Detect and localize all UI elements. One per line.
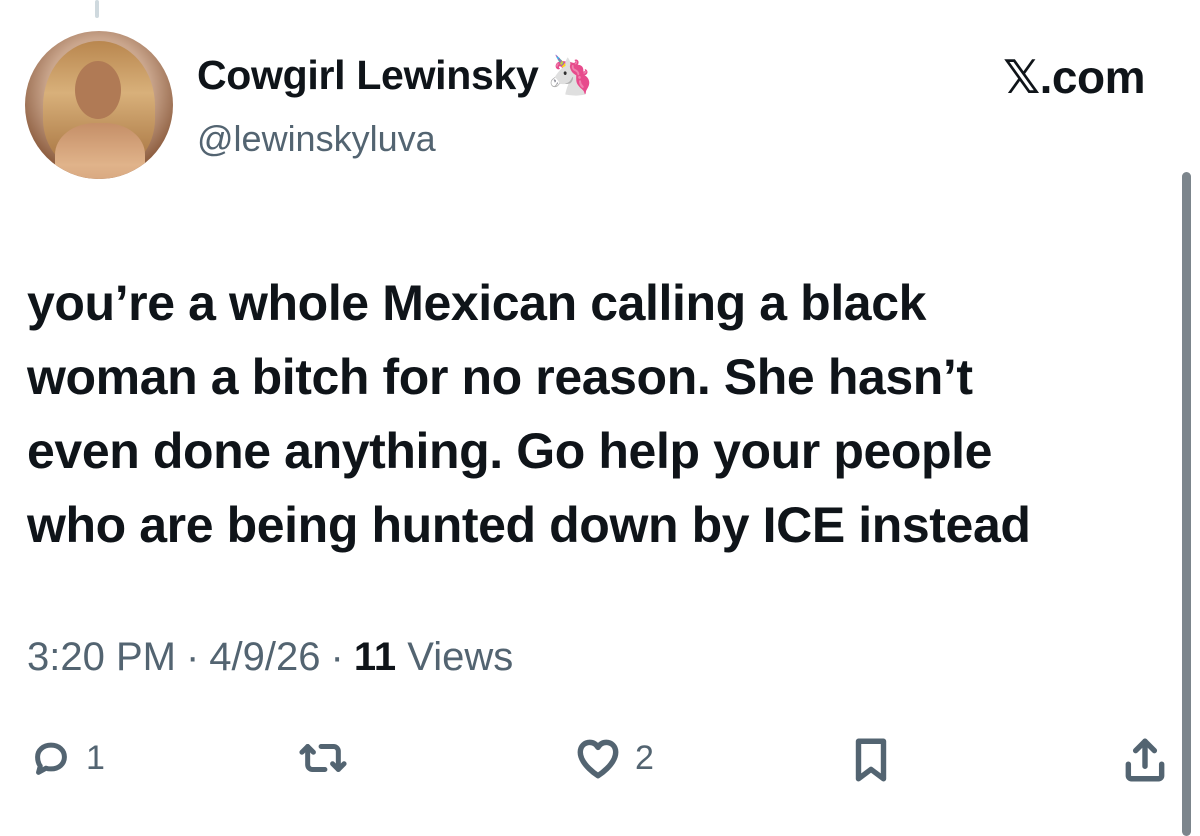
tweet-metadata: 3:20 PM · 4/9/26 · 11 Views bbox=[27, 635, 513, 680]
author-handle[interactable]: @lewinskyluva bbox=[197, 118, 436, 160]
bookmark-icon bbox=[855, 738, 887, 782]
tweet-time[interactable]: 3:20 PM bbox=[27, 635, 176, 680]
tweet-text-line: who are being hunted down by ICE instead bbox=[27, 497, 1031, 553]
tweet-text-line: you’re a whole Mexican calling a black bbox=[27, 275, 927, 331]
tweet-text-line: even done anything. Go help your people bbox=[27, 423, 993, 479]
views-stat[interactable]: 11 Views bbox=[354, 635, 513, 680]
like-button[interactable]: 2 bbox=[573, 735, 654, 781]
meta-separator: · bbox=[185, 635, 200, 679]
tweet-body: you’re a whole Mexican calling a black w… bbox=[27, 266, 1177, 562]
share-icon bbox=[1125, 738, 1165, 782]
share-button[interactable] bbox=[1120, 735, 1170, 785]
site-label: .com bbox=[1039, 51, 1146, 103]
views-count: 11 bbox=[353, 635, 397, 679]
thread-connector bbox=[95, 0, 99, 18]
repost-icon bbox=[299, 744, 347, 772]
reply-count: 1 bbox=[86, 738, 105, 777]
site-watermark: 𝕏 .com bbox=[1003, 50, 1145, 104]
tweet-text-line: woman a bitch for no reason. She hasn’t bbox=[27, 349, 973, 405]
reply-button[interactable]: 1 bbox=[28, 735, 105, 781]
action-bar: 1 2 bbox=[0, 735, 1200, 795]
like-icon bbox=[577, 739, 619, 779]
x-logo-icon: 𝕏 bbox=[1003, 50, 1040, 104]
tweet-date[interactable]: 4/9/26 bbox=[209, 635, 320, 680]
meta-separator: · bbox=[330, 635, 344, 679]
like-count: 2 bbox=[635, 738, 654, 777]
display-name-text: Cowgirl Lewinsky bbox=[197, 52, 539, 98]
bookmark-button[interactable] bbox=[848, 735, 894, 785]
tweet-screenshot: Cowgirl Lewinsky 🦄 @lewinskyluva 𝕏 .com … bbox=[0, 0, 1200, 836]
reply-icon bbox=[35, 742, 67, 775]
repost-button[interactable] bbox=[298, 735, 348, 781]
unicorn-emoji-icon: 🦄 bbox=[546, 54, 594, 97]
views-label: Views bbox=[407, 635, 514, 679]
avatar[interactable] bbox=[25, 31, 173, 179]
author-display-name[interactable]: Cowgirl Lewinsky 🦄 bbox=[197, 52, 594, 99]
